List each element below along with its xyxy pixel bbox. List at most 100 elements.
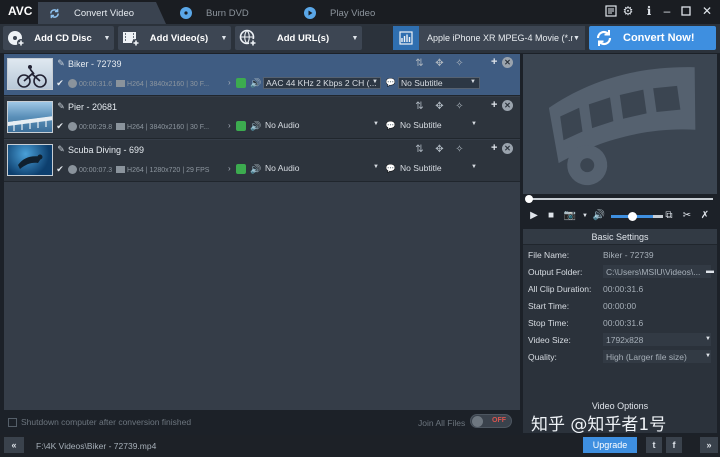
tab-burn-dvd[interactable]: Burn DVD [170, 2, 282, 24]
convert-label: Convert Now! [623, 32, 695, 44]
stop-icon[interactable]: ■ [545, 210, 557, 222]
title-bar: AVC Convert Video Burn DVD Play Video ⚙ … [0, 0, 720, 24]
magic-wand-icon[interactable]: ✧ [454, 101, 465, 112]
add-video-button[interactable]: Add Video(s) ▼ [118, 26, 231, 50]
setting-value[interactable]: 00:00:00 [603, 301, 703, 311]
convert-now-button[interactable]: Convert Now! [589, 26, 716, 50]
setting-value[interactable]: 00:00:31.6 [603, 318, 703, 328]
setting-stop-time: Stop Time: 00:00:31.6 [523, 314, 717, 331]
minimize-icon[interactable]: – [660, 4, 674, 18]
facebook-icon[interactable]: f [666, 437, 682, 453]
toggle-state: OFF [492, 417, 506, 424]
video-preview [523, 54, 717, 194]
output-profile-select[interactable]: Apple iPhone XR MPEG-4 Movie (*.m... ▼ [393, 26, 585, 50]
magic-wand-icon[interactable]: ✧ [454, 144, 465, 155]
upgrade-button[interactable]: Upgrade [583, 437, 637, 453]
film-plus-icon [121, 28, 141, 48]
audio-track-select[interactable]: No Audio ▼ [263, 163, 381, 175]
snapshot-camera-icon[interactable]: 📷 [564, 210, 576, 222]
file-row[interactable]: ✎ Biker - 72739 ✔ 00:00:31.6 H264 | 3840x… [4, 54, 520, 96]
edit-pencil-icon[interactable]: ✎ [57, 58, 65, 68]
add-icon[interactable]: + [491, 56, 497, 68]
duration: 00:00:07.3 [79, 167, 113, 174]
audio-track-select[interactable]: AAC 44 KHz 2 Kbps 2 CH (... ▼ [263, 77, 381, 89]
seek-handle[interactable] [525, 195, 533, 203]
fps: 29 FPS [186, 167, 210, 174]
add-url-button[interactable]: Add URL(s) ▼ [235, 26, 362, 50]
effects-icon[interactable]: ✥ [434, 101, 445, 112]
add-cd-label: Add CD Disc [34, 32, 92, 44]
clock-icon [68, 122, 77, 131]
remove-icon[interactable]: ✕ [502, 143, 513, 154]
convert-row-icon[interactable]: ⇅ [414, 144, 425, 155]
file-name: Pier - 20681 [68, 102, 118, 112]
chevron-down-icon: ▼ [470, 79, 476, 85]
video-codec-icon [116, 80, 126, 87]
volume-slider[interactable] [611, 212, 653, 221]
chevron-down-icon[interactable]: ▼ [217, 35, 231, 42]
seek-bar[interactable] [523, 194, 717, 204]
add-cd-disc-button[interactable]: Add CD Disc ▼ [3, 26, 114, 50]
collapse-right-icon[interactable]: » [700, 437, 718, 453]
add-icon[interactable]: + [491, 142, 497, 154]
tab-play-video[interactable]: Play Video [294, 2, 406, 24]
audio-track-select[interactable]: No Audio ▼ [263, 120, 381, 132]
subtitle-label: No Subtitle [400, 163, 442, 173]
subtitle-select[interactable]: No Subtitle ▼ [398, 163, 480, 175]
chevron-down-icon[interactable]: ▼ [348, 35, 362, 42]
chevron-down-icon[interactable]: ▼ [100, 35, 114, 42]
scissors-icon[interactable]: ✂ [681, 210, 693, 222]
maximize-icon[interactable] [679, 4, 693, 18]
subtitle-select[interactable]: No Subtitle ▼ [398, 120, 480, 132]
setting-quality[interactable]: Quality: High (Larger file size) ▼ [523, 348, 717, 365]
effects-tools-icon[interactable]: ✗ [699, 210, 711, 222]
volume-icon[interactable]: 🔊 [593, 210, 605, 222]
disc-icon [180, 7, 192, 19]
effects-icon[interactable]: ✥ [434, 144, 445, 155]
convert-row-icon[interactable]: ⇅ [414, 101, 425, 112]
duration: 00:00:31.6 [79, 81, 113, 88]
profile-label: Apple iPhone XR MPEG-4 Movie (*.m... [427, 33, 573, 43]
remove-icon[interactable]: ✕ [502, 100, 513, 111]
volume-handle[interactable] [628, 212, 637, 221]
convert-refresh-icon [593, 27, 615, 49]
checkbox-checked[interactable]: ✔ [56, 165, 64, 174]
checkbox-checked[interactable]: ✔ [56, 122, 64, 131]
setting-value[interactable]: 1792x828 [603, 333, 711, 346]
checkbox-unchecked[interactable] [8, 417, 17, 427]
setting-video-size[interactable]: Video Size: 1792x828 ▼ [523, 331, 717, 348]
collapse-left-icon[interactable]: « [4, 437, 24, 453]
edit-pencil-icon[interactable]: ✎ [57, 101, 65, 111]
checkbox-checked[interactable]: ✔ [56, 79, 64, 88]
tab-convert-video[interactable]: Convert Video [38, 2, 166, 24]
twitter-icon[interactable]: t [646, 437, 662, 453]
file-name: Scuba Diving - 699 [68, 145, 145, 155]
settings-gear-icon[interactable]: ⚙ [621, 4, 635, 18]
join-toggle[interactable]: OFF [470, 414, 512, 428]
registration-icon[interactable] [604, 4, 618, 18]
effects-icon[interactable]: ✥ [434, 58, 445, 69]
subtitle-select[interactable]: No Subtitle ▼ [398, 77, 480, 89]
file-row[interactable]: ✎ Scuba Diving - 699 ✔ 00:00:07.3 H264 | … [4, 140, 520, 182]
clock-icon [68, 79, 77, 88]
setting-value[interactable]: C:\Users\MSIU\Videos\... [603, 265, 711, 278]
setting-key: Start Time: [528, 301, 570, 311]
chevron-down-icon[interactable]: ▼ [579, 210, 591, 222]
convert-row-icon[interactable]: ⇅ [414, 58, 425, 69]
folder-icon[interactable]: ▬ [706, 266, 714, 275]
setting-value[interactable]: Biker - 72739 [603, 250, 703, 260]
basic-settings-panel: Basic Settings File Name: Biker - 72739 O… [523, 229, 717, 399]
magic-wand-icon[interactable]: ✧ [454, 58, 465, 69]
shutdown-checkbox[interactable]: Shutdown computer after conversion finis… [8, 417, 191, 427]
edit-pencil-icon[interactable]: ✎ [57, 144, 65, 154]
setting-value[interactable]: High (Larger file size) [603, 350, 711, 363]
crop-icon[interactable]: ⧉ [663, 210, 675, 222]
green-audio-icon [236, 164, 246, 174]
play-icon[interactable]: ▶ [528, 210, 540, 222]
info-icon[interactable]: ℹ [642, 4, 656, 18]
close-icon[interactable]: ✕ [700, 4, 714, 18]
add-icon[interactable]: + [491, 99, 497, 111]
codec: H264 [127, 124, 144, 131]
remove-icon[interactable]: ✕ [502, 57, 513, 68]
file-row[interactable]: ✎ Pier - 20681 ✔ 00:00:29.8 H264 | 3840x2… [4, 97, 520, 139]
